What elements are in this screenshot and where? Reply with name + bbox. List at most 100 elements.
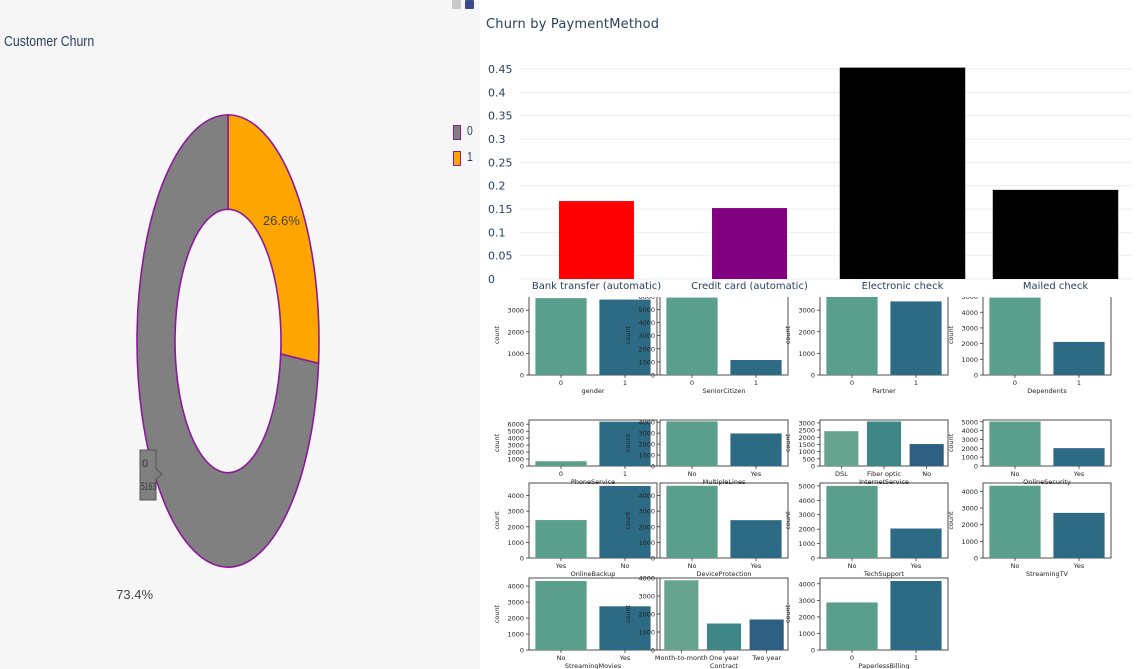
x-axis-label: InternetService	[859, 478, 909, 486]
y-tick-label: 3000	[798, 597, 815, 605]
count-bar-Yes	[535, 520, 587, 558]
y-tick-label: 4000	[961, 488, 978, 496]
y-tick-label: 1000	[507, 631, 524, 639]
y-tick-label: 3000	[638, 593, 655, 601]
y-tick-label: 0	[974, 463, 978, 471]
y-tick-label: 0.05	[488, 250, 513, 263]
count-bar-Two year	[749, 619, 784, 650]
x-tick-label: Electronic check	[862, 281, 944, 292]
y-tick-label: 0	[520, 463, 524, 471]
x-tick-label: 1	[914, 654, 918, 662]
donut-percent-label-0: 73.4%	[116, 587, 153, 602]
y-tick-label: 1000	[638, 452, 655, 460]
y-tick-label: 3000	[638, 332, 655, 340]
x-axis-label: DeviceProtection	[696, 570, 751, 578]
x-axis-label: OnlineSecurity	[1023, 478, 1071, 486]
y-tick-label: 1000	[798, 630, 815, 638]
count-bar-No	[989, 421, 1041, 466]
legend-label-1: 1	[467, 149, 473, 164]
x-axis-label: StreamingMovies	[565, 662, 622, 669]
y-tick-label: 0.4	[488, 86, 506, 99]
y-tick-label: 2000	[961, 340, 978, 348]
x-tick-label: Yes	[555, 562, 567, 570]
y-tick-label: 4000	[507, 492, 524, 500]
x-axis-label: TechSupport	[863, 570, 905, 578]
y-tick-label: 1000	[961, 356, 978, 364]
y-tick-label: 2000	[961, 445, 978, 453]
countplot-StreamingTV: 0 1000 2000 3000 4000 count No Yes StreamingTV	[947, 482, 1112, 578]
count-bar-No	[826, 485, 878, 558]
y-tick-label: 5000	[638, 306, 655, 314]
y-tick-label: 1000	[798, 540, 815, 548]
y-tick-label: 4000	[507, 583, 524, 591]
y-tick-label: 4000	[507, 435, 524, 443]
x-tick-label: Yes	[1073, 562, 1085, 570]
legend-item-0[interactable]: 0	[451, 123, 481, 143]
x-tick-label: Fiber optic	[867, 470, 901, 478]
count-bar-Yes	[730, 433, 782, 466]
y-tick-label: 1000	[507, 350, 524, 358]
y-tick-label: 2000	[507, 449, 524, 457]
y-tick-label: 0	[811, 555, 815, 563]
x-axis-label: OnlineBackup	[571, 570, 616, 578]
bar-chart-title: Churn by PaymentMethod	[486, 17, 660, 32]
y-tick-label: 1000	[507, 539, 524, 547]
count-bar-No	[535, 581, 587, 650]
plotly-logo-icon[interactable]	[465, 0, 474, 9]
y-tick-label: 4000	[638, 419, 655, 427]
y-axis-label: count	[493, 604, 501, 623]
payment-bar-0	[559, 201, 634, 279]
count-bar-1	[730, 360, 782, 375]
count-bar-1	[890, 301, 942, 375]
count-bar-Yes	[1053, 448, 1105, 466]
x-axis-label: Contract	[710, 662, 738, 669]
y-tick-label: 2500	[798, 427, 815, 435]
y-tick-label: 6000	[507, 421, 524, 429]
y-tick-label: 3000	[961, 505, 978, 513]
y-tick-label: 2000	[507, 523, 524, 531]
legend-item-1[interactable]: 1	[451, 149, 481, 169]
count-bar-0	[666, 297, 718, 375]
y-tick-label: 3000	[507, 307, 524, 315]
y-tick-label: 2000	[638, 611, 655, 619]
x-tick-label: No	[688, 470, 697, 478]
y-tick-label: 3000	[638, 508, 655, 516]
y-tick-label: 3000	[507, 508, 524, 516]
x-tick-label: No	[922, 470, 931, 478]
y-tick-label: 1000	[798, 350, 815, 358]
x-tick-label: Two year	[751, 654, 781, 662]
y-tick-label: 1000	[507, 456, 524, 464]
x-tick-label: No	[621, 562, 630, 570]
y-tick-label: 1500	[798, 441, 815, 449]
x-tick-label: Yes	[910, 562, 922, 570]
x-axis-label: gender	[581, 387, 604, 395]
donut-percent-label-1: 26.6%	[263, 213, 300, 228]
camera-icon[interactable]	[452, 0, 461, 9]
y-axis-label: count	[493, 325, 501, 344]
y-tick-label: 3000	[507, 442, 524, 450]
count-bar-0	[535, 461, 587, 466]
y-tick-label: 0	[811, 372, 815, 380]
y-tick-label: 1000	[638, 629, 655, 637]
y-tick-label: 0	[974, 555, 978, 563]
count-bar-Yes	[730, 520, 782, 558]
countplot-SeniorCitizen: 0 1000 2000 3000 4000 5000 6000 count 0 1 SeniorCi…	[624, 297, 789, 395]
y-tick-label: 5000	[798, 482, 815, 490]
count-bar-0	[989, 297, 1041, 375]
x-tick-label: Bank transfer (automatic)	[532, 281, 661, 292]
payment-bar-2	[839, 67, 966, 279]
y-tick-label: 0.35	[488, 110, 513, 123]
y-tick-label: 3000	[961, 436, 978, 444]
count-bar-No	[989, 485, 1041, 558]
countplot-TechSupport: 0 1000 2000 3000 4000 5000 count No Yes TechSuppo…	[784, 482, 949, 578]
countplot-Dependents: 0 1000 2000 3000 4000 5000 count 0 1 Dependents	[947, 297, 1112, 395]
x-tick-label: 0	[690, 379, 694, 387]
y-tick-label: 4000	[961, 309, 978, 317]
y-tick-label: 2000	[798, 434, 815, 442]
legend-label-0: 0	[467, 123, 473, 138]
x-tick-label: 1	[914, 379, 918, 387]
y-axis-label: count	[784, 604, 792, 623]
countplot-PaperlessBilling: 0 1000 2000 3000 4000 count 0 1 PaperlessBilling	[784, 577, 949, 669]
y-tick-label: 2000	[638, 345, 655, 353]
y-tick-label: 2000	[798, 613, 815, 621]
